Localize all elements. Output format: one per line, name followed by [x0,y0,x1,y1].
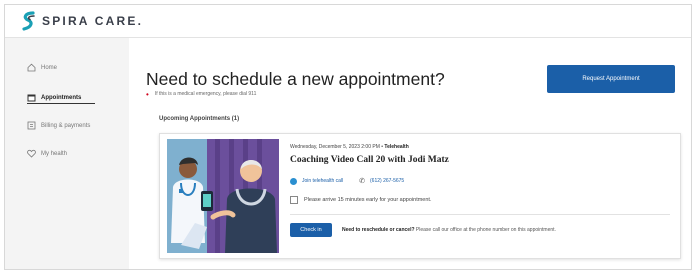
appointment-datetime: Wednesday, December 5, 2023 2:00 PM • Te… [290,144,409,150]
appointment-contact: Join telehealth call ✆ (612) 267-5675 [290,177,404,185]
billing-icon [27,121,36,130]
calendar-small-icon [290,196,298,204]
sidebar-item-label: Home [41,64,58,71]
reschedule-label: Need to reschedule or cancel? [342,227,415,233]
sidebar-item-my-health[interactable]: My health [27,149,67,158]
arrival-text: Please arrive 15 minutes early for your … [304,197,432,203]
appointment-type: Telehealth [384,144,409,150]
page-title: Need to schedule a new appointment? [146,69,445,89]
arrival-note: Please arrive 15 minutes early for your … [290,196,431,204]
reschedule-text: Please call our office at the phone numb… [415,227,556,233]
sidebar-item-label: Billing & payments [41,122,91,129]
active-indicator [27,103,95,104]
alert-dot-icon: • [146,89,149,99]
spira-logo-icon [22,11,35,31]
sidebar-item-billing[interactable]: Billing & payments [27,121,90,130]
sidebar-item-home[interactable]: Home [27,63,57,72]
sidebar-item-label: Appointments [41,94,82,101]
sidebar-item-appointments[interactable]: Appointments [27,93,95,104]
video-call-icon [290,177,297,185]
top-bar: SPIRA CARE. [5,5,691,38]
brand-logo[interactable]: SPIRA CARE. [21,11,143,31]
app-window: SPIRA CARE. Home Appointments Billing & … [4,4,692,270]
emergency-note: • If this is a medical emergency, please… [146,89,257,99]
phone-icon: ✆ [359,178,366,185]
telehealth-illustration [167,139,279,253]
appointment-card: Wednesday, December 5, 2023 2:00 PM • Te… [159,133,681,259]
sidebar-item-label: My health [41,150,68,157]
phone-link[interactable]: (612) 267-5675 [370,178,404,184]
card-divider [290,214,670,215]
video-call-link[interactable]: Join telehealth call [302,178,343,184]
home-icon [27,63,36,72]
reschedule-note: Need to reschedule or cancel? Please cal… [342,227,556,233]
appointment-date: Wednesday, December 5, 2023 2:00 PM [290,144,380,150]
appointment-title: Coaching Video Call 20 with Jodi Matz [290,155,449,165]
brand-name: SPIRA CARE. [42,14,144,28]
request-appointment-button[interactable]: Request Appointment [547,65,675,93]
calendar-icon [27,93,36,102]
upcoming-heading: Upcoming Appointments (1) [159,116,240,122]
check-in-button[interactable]: Check in [290,223,332,237]
heart-icon [27,149,36,158]
emergency-text: If this is a medical emergency, please d… [154,91,257,97]
main-content: Need to schedule a new appointment? • If… [129,38,691,269]
sidebar: Home Appointments Billing & payments My … [5,38,129,269]
